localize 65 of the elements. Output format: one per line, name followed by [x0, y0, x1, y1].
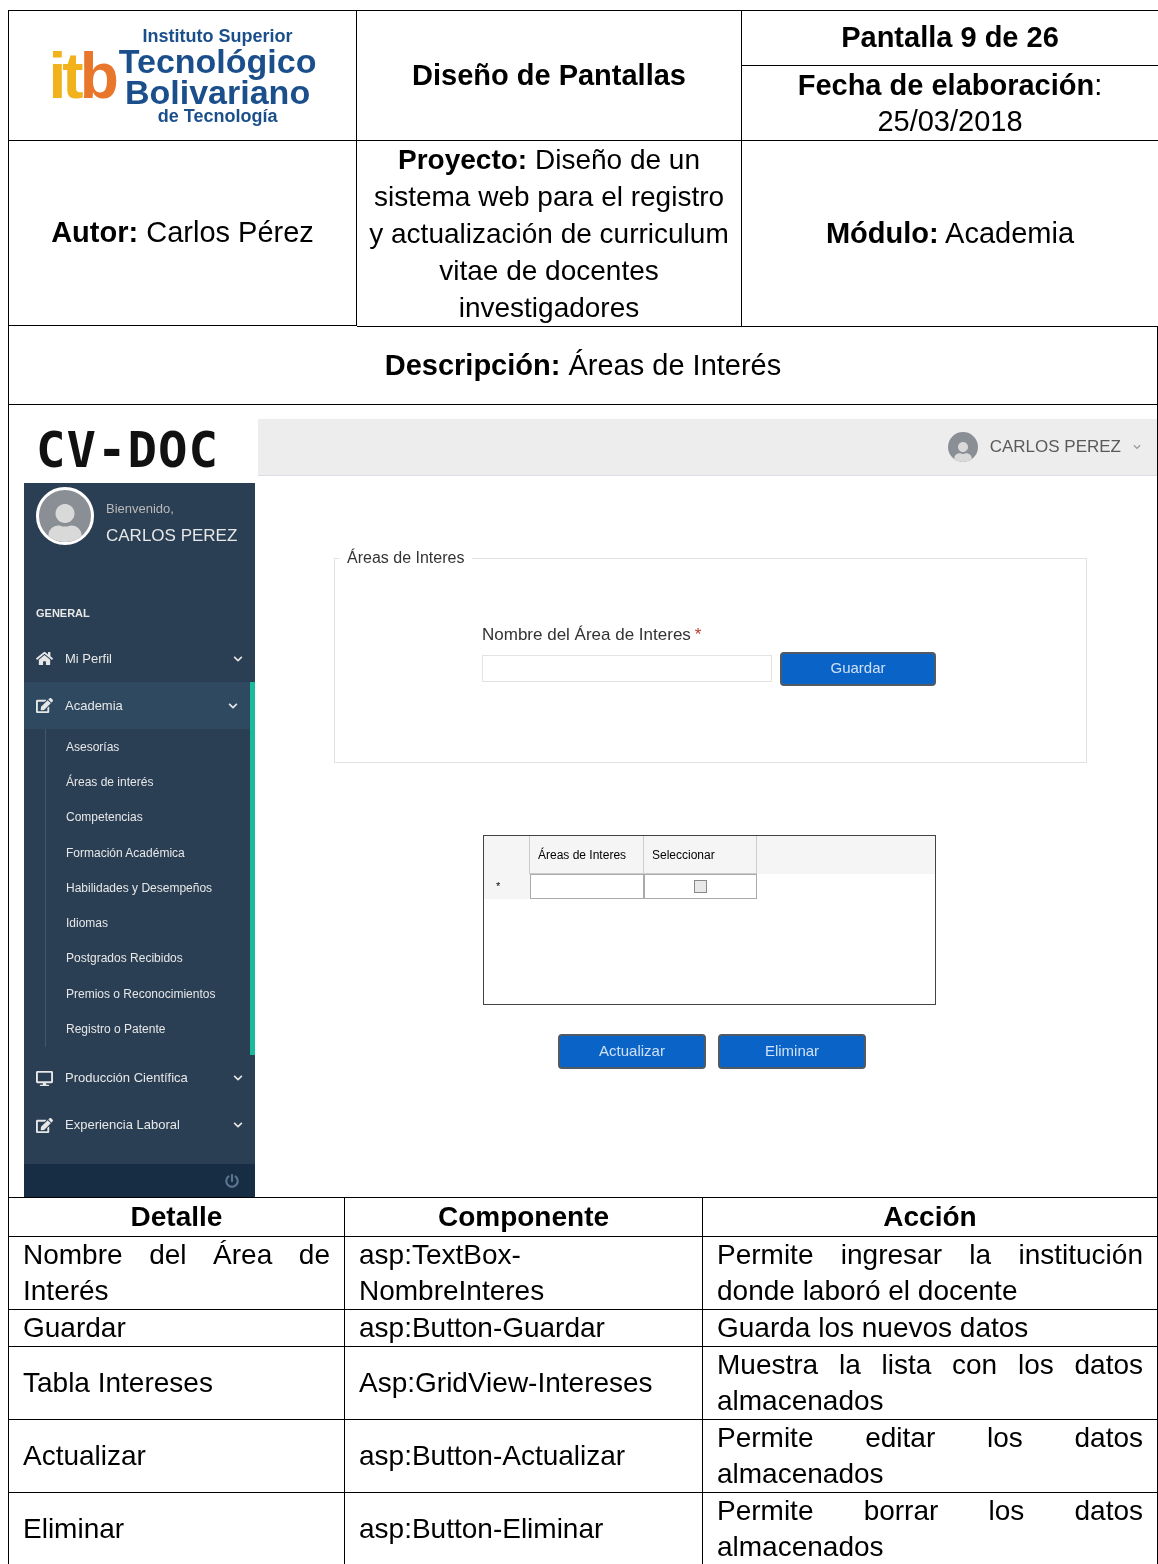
- submenu-item[interactable]: Postgrados Recibidos: [24, 940, 250, 977]
- action-button[interactable]: Eliminar: [718, 1034, 866, 1069]
- area-name-input[interactable]: [482, 655, 772, 682]
- menu-icon: [36, 650, 53, 667]
- caret-icon: [1133, 443, 1141, 451]
- submenu-item[interactable]: Habilidades y Desempeños: [24, 870, 250, 906]
- submenu-item[interactable]: Premios o Reconocimientos: [24, 976, 250, 1012]
- menu-icon: [36, 1069, 53, 1087]
- menu-item[interactable]: Academia: [24, 682, 250, 729]
- column-header: Acción: [702, 1197, 1158, 1237]
- section-title: GENERAL: [35, 606, 91, 621]
- column-header: Áreas de Interes: [530, 836, 644, 874]
- screen-count: Pantalla 9 de 26: [742, 11, 1158, 66]
- logo-text: Instituto Superior: [142, 26, 293, 45]
- module-text: Módulo: Academia: [825, 215, 1075, 251]
- chevron-icon: [233, 653, 243, 664]
- save-button[interactable]: Guardar: [780, 651, 936, 686]
- submenu-item[interactable]: Asesorías: [24, 729, 250, 765]
- menu-item[interactable]: Experiencia Laboral: [24, 1101, 255, 1149]
- panel-title: Áreas de Interes: [346, 547, 466, 568]
- table-cell: Tabla Intereses: [8, 1346, 345, 1420]
- description-text: Descripción: Áreas de Interés: [384, 347, 782, 383]
- submenu-item[interactable]: Áreas de interés: [24, 764, 250, 800]
- user-avatar: [947, 432, 978, 462]
- table-cell: Permite ingresar la institución donde laboró el docente: [702, 1236, 1158, 1310]
- submenu-item[interactable]: Registro o Patente: [24, 1011, 250, 1047]
- field-label: Nombre del Área de Interes: [482, 624, 691, 646]
- action-button[interactable]: Actualizar: [558, 1034, 706, 1069]
- table-cell: Guarda los nuevos datos: [702, 1309, 1158, 1347]
- table-cell: Guardar: [8, 1309, 345, 1347]
- table-cell: Actualizar: [8, 1419, 345, 1493]
- date-label: Fecha de elaboración:: [797, 68, 1103, 103]
- brand-logo: CV-DOC: [35, 421, 220, 481]
- menu-item[interactable]: Mi Perfil: [24, 635, 255, 682]
- power-icon: [225, 1173, 239, 1188]
- user-menu[interactable]: CARLOS PEREZ: [989, 434, 1141, 460]
- table-cell: Asp:GridView-Intereses: [344, 1346, 703, 1420]
- menu-icon: [36, 1116, 53, 1134]
- menu-icon: [36, 697, 53, 714]
- project-text: Proyecto: Diseño de un sistema web para el registro y actualización de curriculum vitae de docentes investigadores: [368, 143, 730, 325]
- required-mark: *: [694, 624, 702, 646]
- submenu-item[interactable]: Formación Académica: [24, 834, 250, 871]
- table-cell: asp:Button-Actualizar: [344, 1419, 703, 1493]
- itb-logo-mark: itb: [48, 43, 115, 108]
- date-value: 25/03/2018: [877, 104, 1023, 139]
- column-header: Componente: [344, 1197, 703, 1237]
- chevron-icon: [228, 700, 238, 711]
- document-title: Diseño de Pantallas: [412, 57, 686, 93]
- table-cell: Nombre del Área de Interés: [8, 1236, 345, 1310]
- author-text: Autor: Carlos Pérez: [51, 215, 314, 251]
- table-cell: Eliminar: [8, 1492, 345, 1564]
- table-cell: Permite editar los datos almacenados: [702, 1419, 1158, 1493]
- column-header: Seleccionar: [644, 836, 757, 874]
- table-cell: Muestra la lista con los datos almacenados: [702, 1346, 1158, 1420]
- submenu-item[interactable]: Competencias: [24, 799, 250, 835]
- menu-item[interactable]: Producción Científica: [24, 1054, 255, 1102]
- welcome-text: Bienvenido,: [106, 500, 175, 518]
- avatar: [36, 487, 94, 545]
- column-header: Detalle: [8, 1197, 345, 1237]
- table-cell: asp:Button-Guardar: [344, 1309, 703, 1347]
- row-marker: *: [484, 874, 530, 899]
- submenu-item[interactable]: Idiomas: [24, 905, 250, 941]
- user-name: CARLOS PEREZ: [106, 524, 238, 547]
- select-checkbox[interactable]: [694, 880, 707, 893]
- logo-text: de Tecnología: [157, 106, 278, 125]
